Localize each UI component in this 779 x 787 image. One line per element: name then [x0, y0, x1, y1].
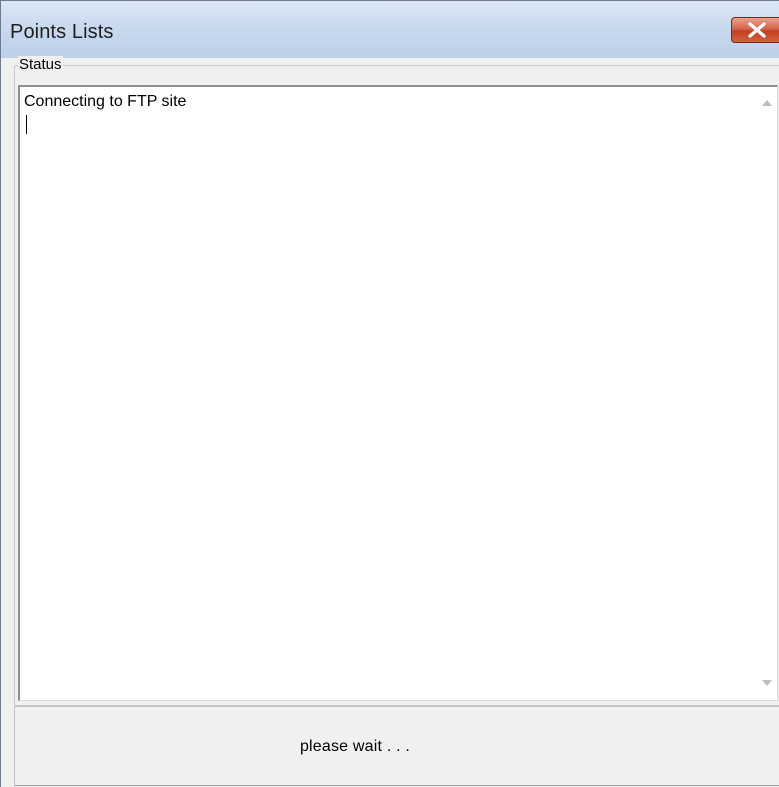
- scroll-up-arrow-icon[interactable]: [762, 100, 772, 106]
- title-bar[interactable]: Points Lists: [1, 1, 779, 58]
- vertical-scrollbar[interactable]: [755, 87, 777, 700]
- close-button[interactable]: [731, 17, 779, 43]
- window-title: Points Lists: [10, 21, 114, 43]
- status-text-area[interactable]: Connecting to FTP site: [18, 85, 778, 701]
- close-icon: [748, 22, 766, 38]
- status-group-label: Status: [18, 56, 63, 73]
- scroll-down-arrow-icon[interactable]: [762, 680, 772, 686]
- status-message: Connecting to FTP site: [24, 93, 187, 110]
- wait-panel: please wait . . .: [14, 706, 779, 786]
- please-wait-label: please wait . . .: [299, 738, 411, 755]
- text-caret: [26, 115, 27, 134]
- points-lists-dialog: Points Lists Status Connecting to FTP si…: [0, 0, 779, 787]
